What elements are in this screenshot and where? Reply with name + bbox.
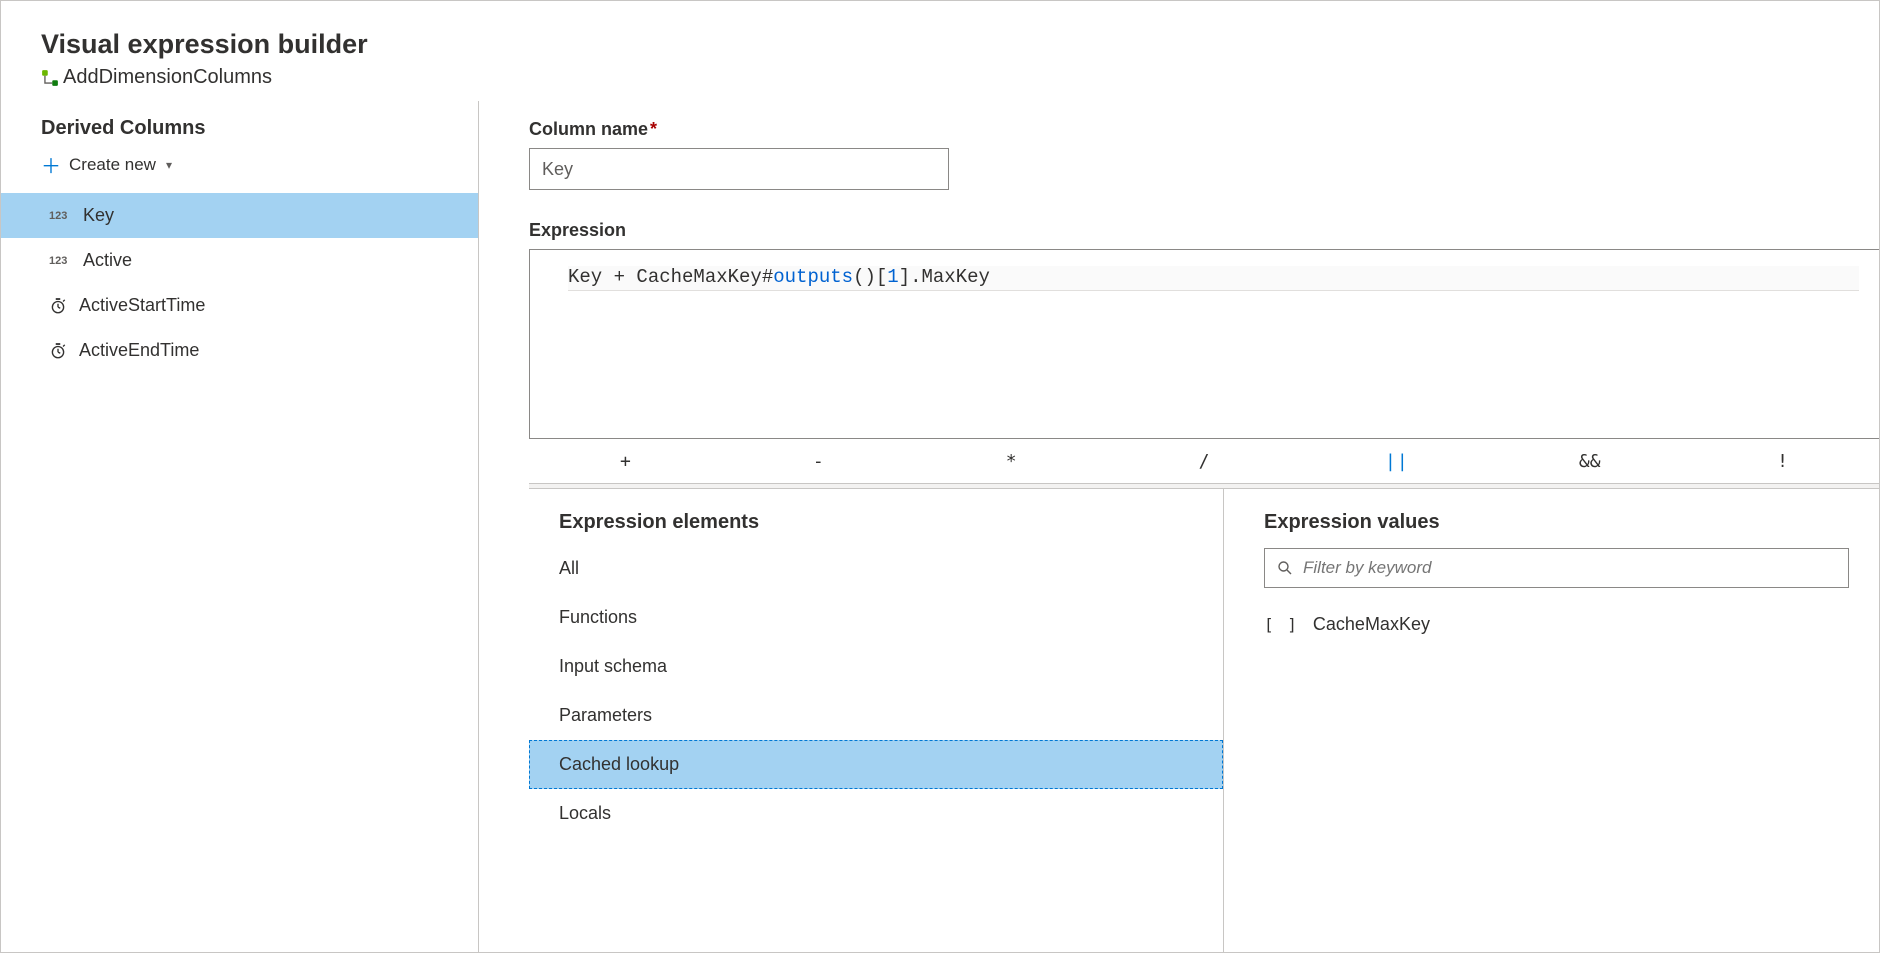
derived-column-item[interactable]: ActiveStartTime — [1, 283, 478, 328]
filter-input[interactable] — [1303, 558, 1836, 578]
operator-button[interactable]: / — [1108, 451, 1301, 472]
derived-column-item[interactable]: 123 Active — [1, 238, 478, 283]
numeric-type-icon: 123 — [49, 210, 71, 222]
expression-element-item[interactable]: Cached lookup — [529, 740, 1223, 789]
array-icon: [ ] — [1264, 615, 1299, 634]
expression-element-item[interactable]: Input schema — [529, 642, 1223, 691]
create-new-label: Create new — [69, 155, 156, 175]
operator-button[interactable]: || — [1300, 451, 1493, 472]
expression-value-label: CacheMaxKey — [1313, 614, 1430, 635]
header: Visual expression builder AddDimensionCo… — [1, 1, 1879, 101]
expression-values-heading: Expression values — [1264, 511, 1849, 534]
chevron-down-icon: ▾ — [166, 158, 172, 172]
filter-input-wrapper[interactable] — [1264, 548, 1849, 588]
expression-element-item[interactable]: Locals — [529, 789, 1223, 838]
step-name: AddDimensionColumns — [63, 66, 272, 89]
expression-elements-list: AllFunctionsInput schemaParametersCached… — [529, 544, 1223, 838]
expression-editor[interactable]: Key + CacheMaxKey#outputs()[1].MaxKey — [529, 249, 1879, 439]
column-name-label: Column name* — [529, 119, 1879, 140]
expression-elements-panel: Expression elements AllFunctionsInput sc… — [529, 489, 1224, 952]
main-panel: Column name* Expression Key + CacheMaxKe… — [479, 101, 1879, 952]
create-new-button[interactable]: ＋ Create new ▾ — [1, 144, 478, 193]
derived-column-label: Key — [83, 205, 114, 226]
expression-value-item[interactable]: [ ] CacheMaxKey — [1264, 614, 1849, 635]
page-title: Visual expression builder — [41, 29, 1839, 60]
operator-button[interactable]: && — [1493, 451, 1686, 472]
expression-element-item[interactable]: Functions — [529, 593, 1223, 642]
expression-label: Expression — [529, 220, 1879, 241]
timer-icon — [49, 342, 67, 360]
sidebar: Derived Columns ＋ Create new ▾ 123Key123… — [1, 101, 479, 952]
numeric-type-icon: 123 — [49, 255, 71, 267]
dataflow-step-icon — [41, 69, 59, 87]
operator-button[interactable]: * — [915, 451, 1108, 472]
timer-icon — [49, 297, 67, 315]
plus-icon: ＋ — [41, 150, 61, 179]
operator-toolbar: +-*/||&&! — [529, 439, 1879, 483]
derived-column-label: Active — [83, 250, 132, 271]
column-name-input[interactable] — [529, 148, 949, 190]
breadcrumb: AddDimensionColumns — [41, 66, 1839, 89]
derived-column-item[interactable]: 123 Key — [1, 193, 478, 238]
operator-button[interactable]: - — [722, 451, 915, 472]
derived-column-item[interactable]: ActiveEndTime — [1, 328, 478, 373]
expression-elements-heading: Expression elements — [529, 511, 1223, 544]
required-indicator: * — [650, 119, 657, 139]
derived-column-label: ActiveStartTime — [79, 295, 205, 316]
expression-element-item[interactable]: Parameters — [529, 691, 1223, 740]
derived-columns-heading: Derived Columns — [1, 109, 478, 144]
operator-button[interactable]: + — [529, 451, 722, 472]
derived-columns-list: 123 Key 123 Active ActiveStartTime ActiveEndT… — [1, 193, 478, 373]
derived-column-label: ActiveEndTime — [79, 340, 199, 361]
expression-element-item[interactable]: All — [529, 544, 1223, 593]
expression-values-panel: Expression values [ ] CacheMaxKey — [1224, 489, 1879, 952]
expression-values-list: [ ] CacheMaxKey — [1264, 614, 1849, 635]
operator-button[interactable]: ! — [1686, 451, 1879, 472]
search-icon — [1277, 560, 1293, 576]
